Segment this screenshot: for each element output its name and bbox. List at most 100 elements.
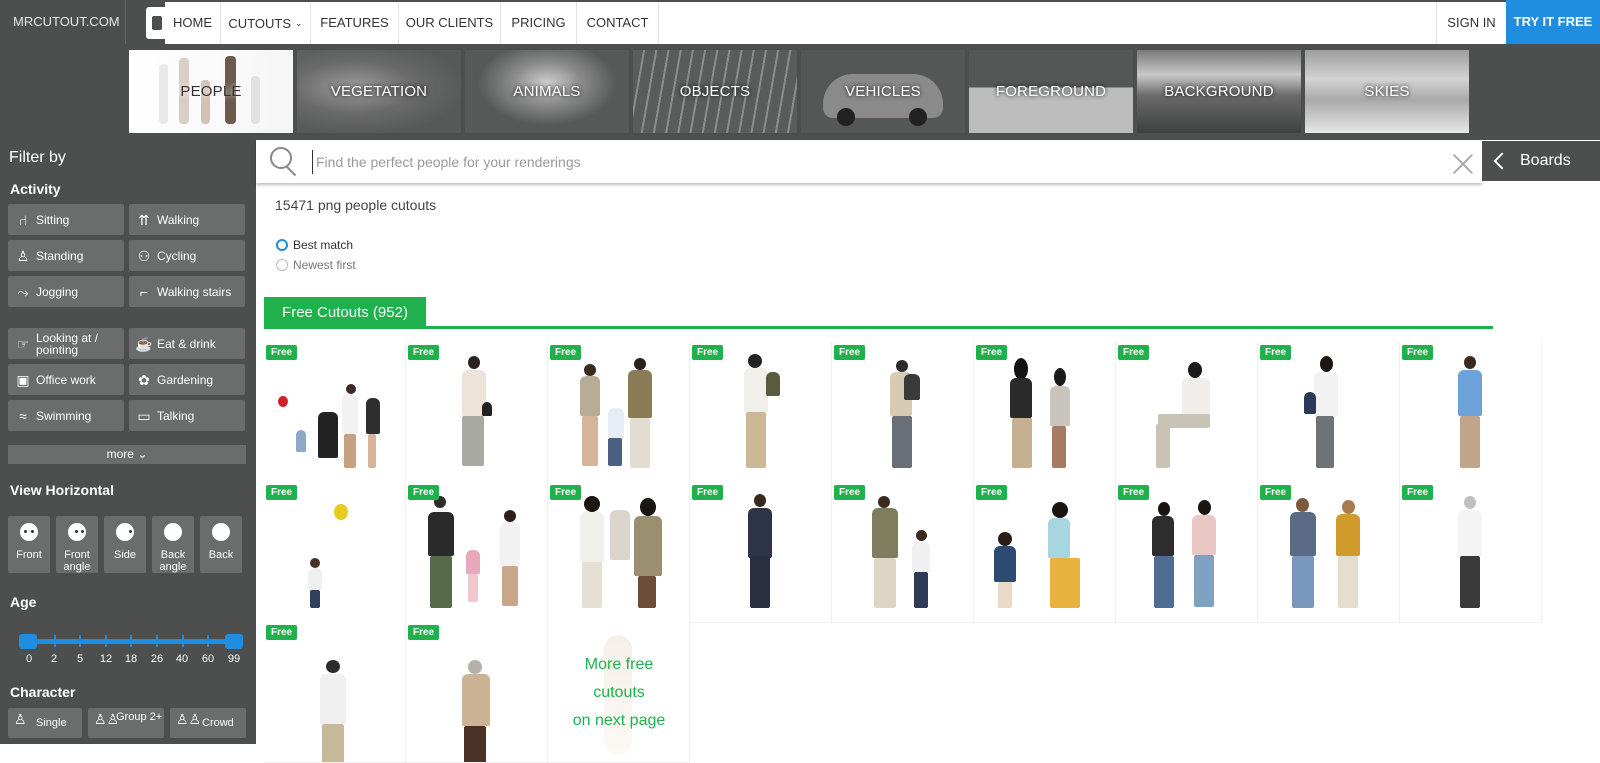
age-min-handle[interactable] — [19, 634, 37, 649]
cutout-image — [304, 504, 364, 612]
cutout-card[interactable]: Free — [264, 621, 406, 763]
cutout-image — [1304, 356, 1354, 472]
character-group[interactable]: ♙♙ Group 2+ — [88, 708, 164, 738]
cutout-image — [568, 496, 670, 612]
group-icon: ♙♙ — [94, 711, 120, 727]
category-people[interactable]: PEOPLE — [129, 50, 293, 133]
age-heading: Age — [10, 594, 37, 610]
cutout-image — [1144, 500, 1234, 612]
activity-heading: Activity — [10, 181, 61, 197]
category-background[interactable]: BACKGROUND — [1137, 50, 1301, 133]
sign-in-link[interactable]: SIGN IN — [1436, 2, 1506, 44]
nav-our-clients[interactable]: OUR CLIENTS — [399, 2, 501, 44]
filter-walking-label: Walking — [157, 212, 200, 227]
category-vegetation[interactable]: VEGETATION — [297, 50, 461, 133]
cutout-card[interactable]: Free — [548, 481, 690, 623]
cutout-card[interactable]: Free — [406, 481, 548, 623]
cutout-card[interactable]: Free — [406, 621, 548, 763]
cutout-card[interactable]: Free — [1400, 341, 1542, 483]
category-animals[interactable]: ANIMALS — [465, 50, 629, 133]
cutout-card[interactable]: Free — [548, 341, 690, 483]
filter-standing-label: Standing — [36, 248, 84, 263]
filter-walking-stairs[interactable]: ⌐ Walking stairs — [129, 276, 245, 307]
filter-gardening[interactable]: ✿ Gardening — [129, 364, 245, 395]
free-badge: Free — [1118, 345, 1150, 360]
free-badge: Free — [266, 345, 298, 360]
view-back[interactable]: Back — [200, 516, 242, 573]
filter-cycling[interactable]: ⚇ Cycling — [129, 240, 245, 271]
cutout-image — [314, 660, 354, 762]
site-name-link[interactable]: MRCUTOUT.COM — [0, 0, 126, 44]
category-skies-label: SKIES — [1364, 83, 1410, 100]
filter-gardening-label: Gardening — [157, 372, 214, 387]
view-side[interactable]: Side — [104, 516, 146, 573]
view-back-angle[interactable]: Back angle — [152, 516, 194, 573]
free-badge: Free — [408, 345, 440, 360]
nav-features[interactable]: FEATURES — [311, 2, 399, 44]
cutout-card[interactable]: Free — [1116, 481, 1258, 623]
free-cutouts-tab[interactable]: Free Cutouts (952) — [264, 297, 426, 328]
cutout-card[interactable]: Free — [690, 341, 832, 483]
more-activities-button[interactable]: more ⌄ — [8, 445, 246, 464]
cutout-card[interactable]: Free — [974, 481, 1116, 623]
nav-home[interactable]: HOME — [165, 2, 221, 44]
filter-sitting[interactable]: ⑁ Sitting — [8, 204, 124, 235]
filter-office-work[interactable]: ▣ Office work — [8, 364, 124, 395]
walking-icon: ⇈ — [138, 212, 150, 228]
age-label: 0 — [25, 653, 33, 665]
age-max-handle[interactable] — [225, 634, 243, 649]
chevron-down-icon: ⌄ — [137, 447, 148, 461]
sort-best-match[interactable]: Best match — [276, 238, 353, 252]
view-front-angle[interactable]: Front angle — [56, 516, 98, 573]
nav-cutouts[interactable]: CUTOUTS ⌄ — [221, 2, 311, 44]
filter-walking[interactable]: ⇈ Walking — [129, 204, 245, 235]
face-side-icon — [116, 523, 134, 541]
view-front[interactable]: Front — [8, 516, 50, 573]
category-objects[interactable]: OBJECTS — [633, 50, 797, 133]
filter-swimming[interactable]: ≈ Swimming — [8, 400, 124, 431]
search-input[interactable] — [312, 150, 1412, 174]
free-badge: Free — [550, 485, 582, 500]
cutout-card[interactable]: Free — [832, 341, 974, 483]
category-vegetation-label: VEGETATION — [330, 83, 428, 100]
age-tick — [105, 635, 107, 647]
category-vehicles[interactable]: VEHICLES — [801, 50, 965, 133]
cutout-card[interactable]: Free — [1258, 481, 1400, 623]
free-badge: Free — [1260, 485, 1292, 500]
boards-button[interactable]: Boards — [1482, 141, 1600, 181]
flower-icon: ✿ — [138, 372, 150, 388]
category-skies[interactable]: SKIES — [1305, 50, 1469, 133]
speech-bubble-icon: ▭ — [137, 408, 151, 424]
more-free-cutouts-link[interactable]: More free cutouts on next page — [548, 621, 690, 763]
filter-talking[interactable]: ▭ Talking — [129, 400, 245, 431]
free-badge: Free — [834, 485, 866, 500]
free-badge: Free — [1402, 485, 1434, 500]
free-badge: Free — [692, 485, 724, 500]
try-it-free-button[interactable]: TRY IT FREE — [1506, 0, 1600, 44]
sort-newest-first[interactable]: Newest first — [276, 258, 356, 272]
running-icon: ⤳ — [17, 284, 29, 300]
filter-eat-drink[interactable]: ☕ Eat & drink — [129, 328, 245, 359]
close-icon[interactable] — [1452, 153, 1474, 175]
cutout-card[interactable]: Free — [1116, 341, 1258, 483]
free-badge: Free — [976, 485, 1008, 500]
nav-pricing[interactable]: PRICING — [501, 2, 577, 44]
character-single[interactable]: ♙ Single — [8, 708, 82, 738]
cutout-card[interactable]: Free — [264, 341, 406, 483]
filter-standing[interactable]: ♙ Standing — [8, 240, 124, 271]
search-icon[interactable] — [270, 147, 298, 175]
filter-jogging[interactable]: ⤳ Jogging — [8, 276, 124, 307]
nav-contact[interactable]: CONTACT — [577, 2, 659, 44]
character-crowd[interactable]: ♙♙ Crowd — [170, 708, 246, 738]
cutout-card[interactable]: Free — [1258, 341, 1400, 483]
cutout-card[interactable]: Free — [406, 341, 548, 483]
category-foreground[interactable]: FOREGROUND — [969, 50, 1133, 133]
filter-looking-pointing[interactable]: ☞ Looking at / pointing — [8, 328, 124, 359]
cutout-card[interactable]: Free — [264, 481, 406, 623]
cutout-image — [1284, 498, 1374, 612]
cutout-card[interactable]: Free — [832, 481, 974, 623]
cutout-card[interactable]: Free — [974, 341, 1116, 483]
search-bar — [256, 141, 1482, 183]
cutout-card[interactable]: Free — [1400, 481, 1542, 623]
cutout-card[interactable]: Free — [690, 481, 832, 623]
